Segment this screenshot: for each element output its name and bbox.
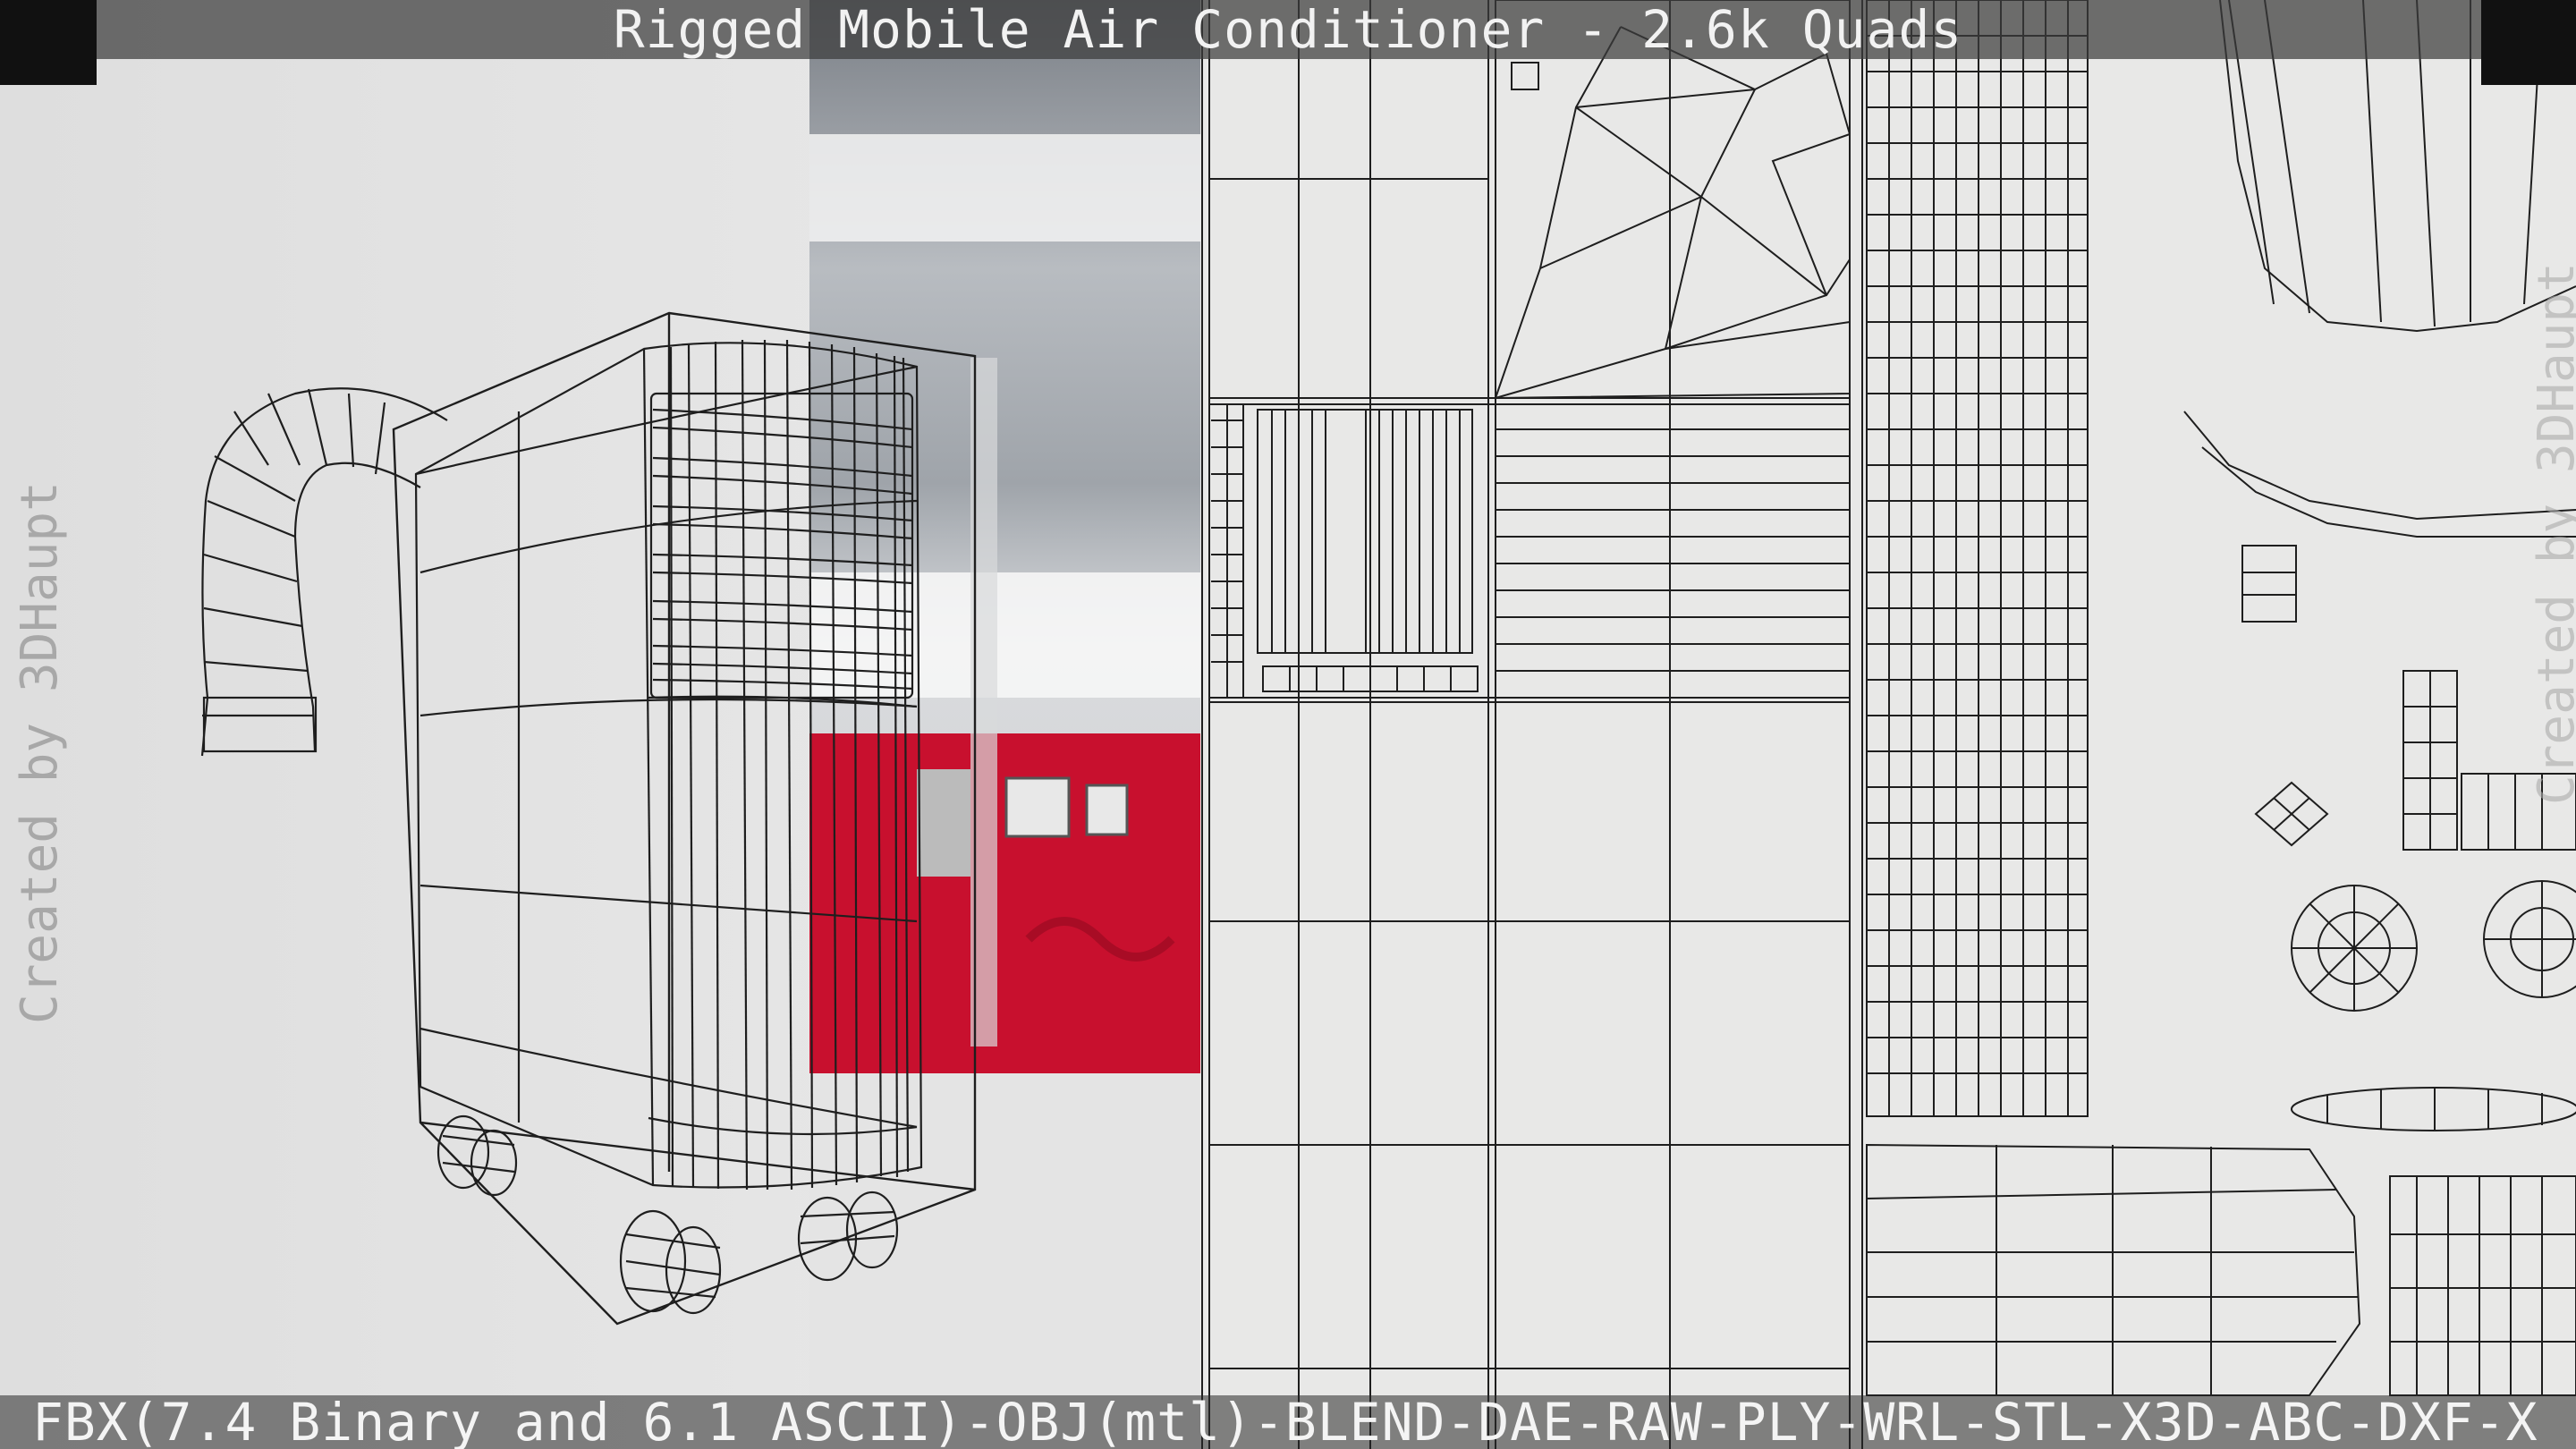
page-title: Rigged Mobile Air Conditioner - 2.6k Qua…	[613, 0, 1963, 60]
uv-layout-panel	[1200, 0, 2576, 1449]
uv-layout	[1200, 0, 2576, 1449]
render-stage: Rigged Mobile Air Conditioner - 2.6k Qua…	[0, 0, 2576, 1449]
wireframe-render	[0, 0, 1200, 1449]
export-formats-text: FBX(7.4 Binary and 6.1 ASCII)-OBJ(mtl)-B…	[32, 1392, 2538, 1449]
wireframe-viewport	[0, 0, 1200, 1449]
background-photo	[809, 0, 1200, 1449]
watermark-left: Created by 3DHaupt	[11, 481, 69, 1024]
watermark-right: Created by 3DHaupt	[2528, 262, 2576, 805]
